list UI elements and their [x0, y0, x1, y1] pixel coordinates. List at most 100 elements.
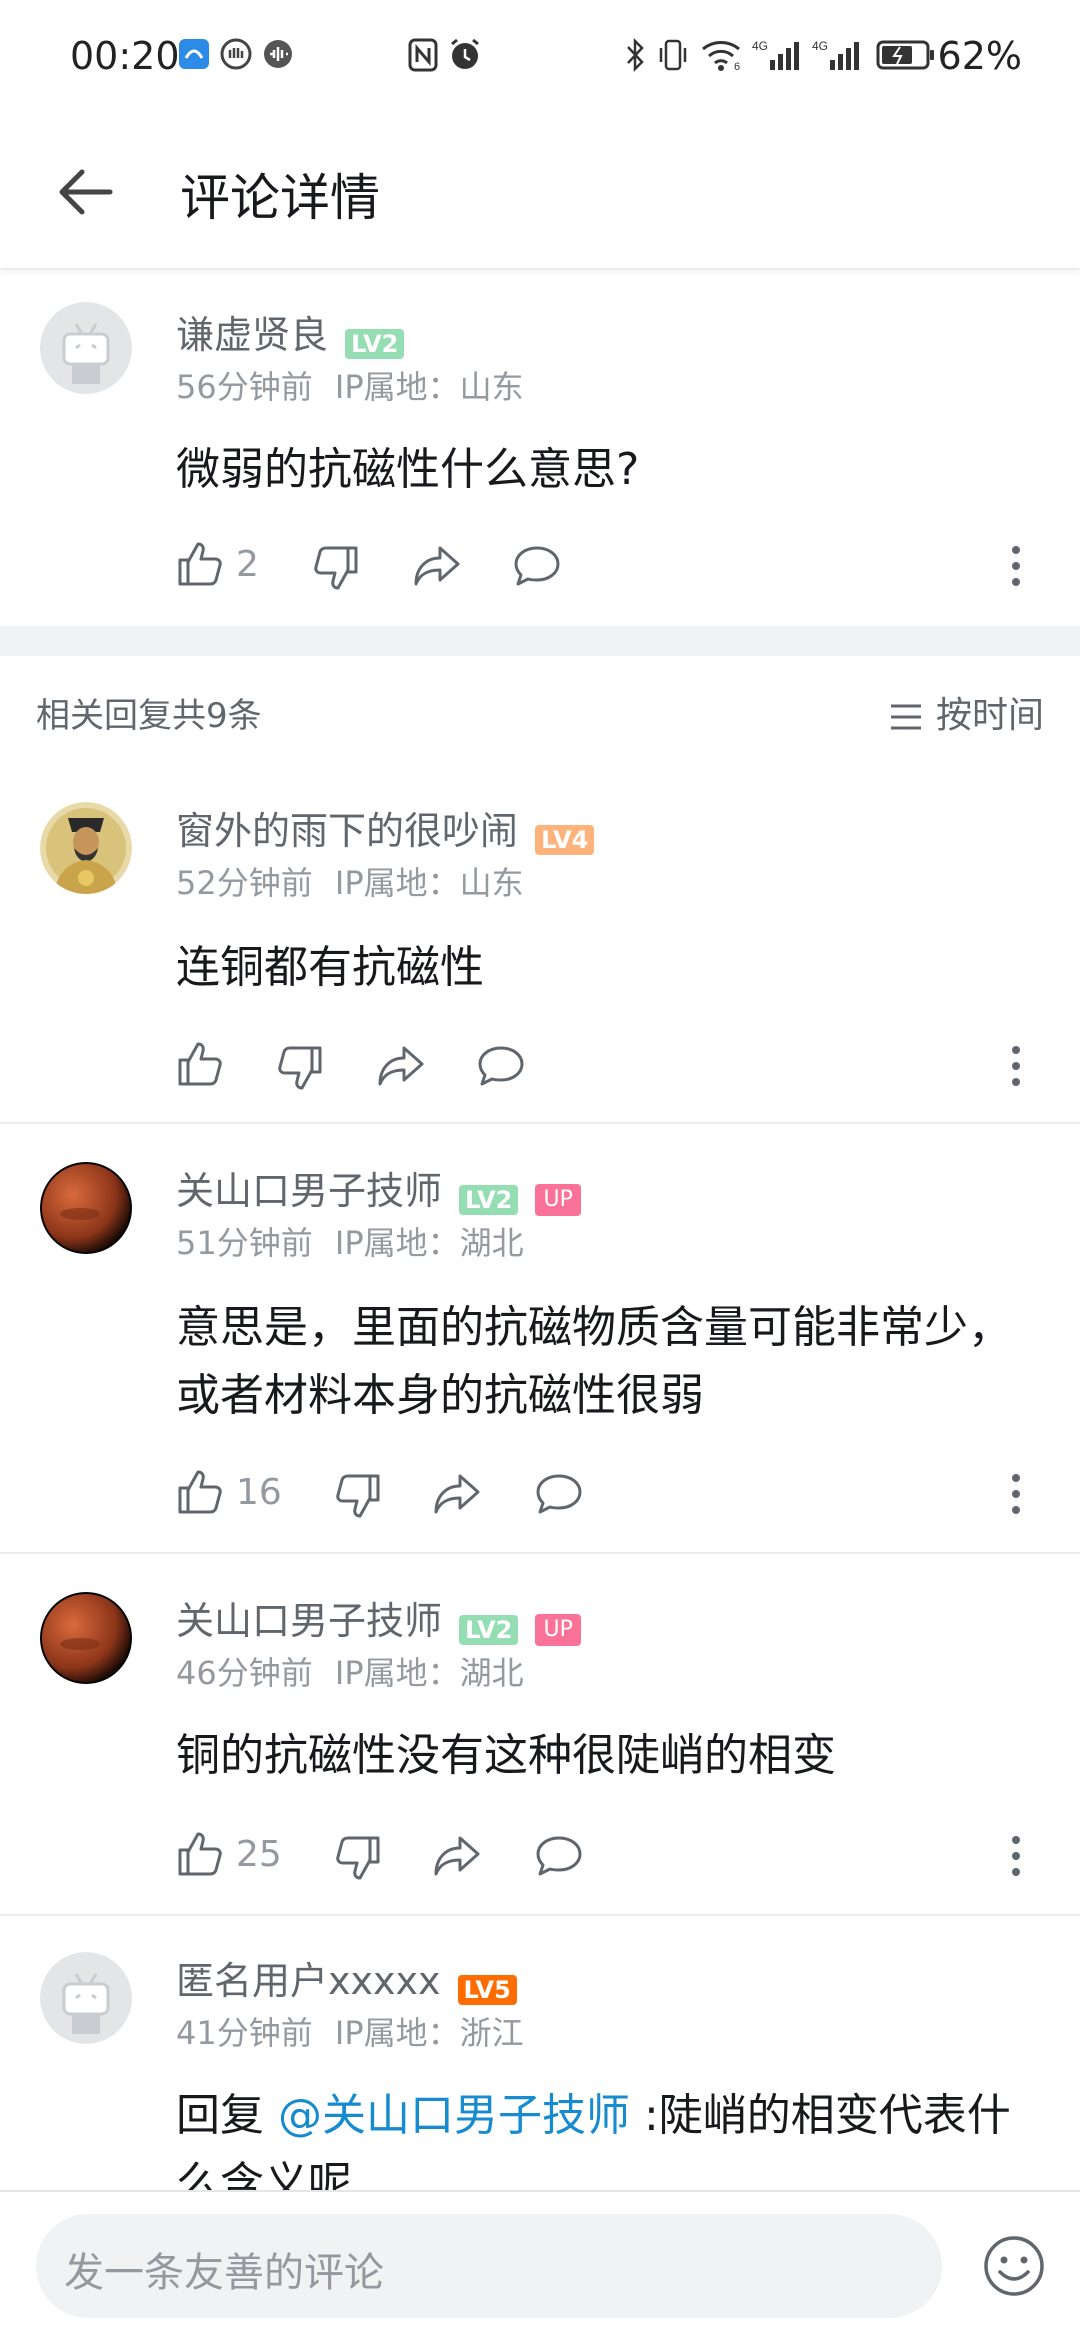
comment-actions: 16 — [176, 1468, 1056, 1520]
portrait-avatar-icon — [40, 802, 132, 894]
comment-meta: 41分钟前 IP属地：浙江 — [176, 2008, 524, 2054]
comment-time: 41分钟前 — [176, 2014, 313, 2052]
avatar[interactable] — [40, 1592, 132, 1688]
dislike-icon[interactable] — [312, 544, 360, 592]
comment-meta: 52分钟前 IP属地：山东 — [176, 858, 524, 904]
back-arrow-icon[interactable] — [56, 162, 116, 222]
reply-count: 相关回复共9条 — [36, 696, 262, 736]
more-options-icon[interactable] — [1010, 1472, 1022, 1516]
level-badge: LV2 — [345, 328, 405, 359]
battery-icon — [876, 40, 934, 70]
username[interactable]: 窗外的雨下的很吵闹 — [176, 809, 518, 853]
avatar[interactable] — [40, 302, 132, 398]
app-header: 评论详情 — [0, 120, 1080, 270]
reply-prefix: 回复 — [176, 2090, 278, 2141]
share-icon[interactable] — [432, 1832, 482, 1880]
ip-location: IP属地：山东 — [334, 864, 524, 902]
mention-link[interactable]: @关山口男子技师 — [278, 2090, 630, 2141]
nfc-icon — [408, 38, 438, 72]
comment-time: 56分钟前 — [176, 368, 313, 406]
sort-toggle[interactable]: 按时间 — [888, 686, 1044, 738]
signal-icon: 4G — [752, 39, 799, 70]
comment-text: 意思是，里面的抗磁物质含量可能非常少， 或者材料本身的抗磁性很弱 — [176, 1294, 1056, 1430]
dislike-icon[interactable] — [334, 1472, 382, 1520]
like-count: 25 — [236, 1834, 282, 1875]
level-badge: LV5 — [457, 1974, 517, 2005]
dislike-icon[interactable] — [334, 1834, 382, 1882]
more-options-icon[interactable] — [1010, 1044, 1022, 1088]
reply-icon[interactable] — [476, 1042, 526, 1090]
reply-icon[interactable] — [512, 542, 562, 590]
section-gap — [0, 626, 1080, 656]
comment-author-row: 关山口男子技师 LV2 UP — [176, 1590, 581, 1646]
emoji-icon[interactable] — [982, 2234, 1046, 2298]
comment-time: 46分钟前 — [176, 1654, 313, 1692]
default-avatar-icon — [40, 1952, 132, 2044]
level-badge: LV2 — [459, 1184, 519, 1215]
ip-location: IP属地：湖北 — [334, 1654, 524, 1692]
sort-lines-icon — [890, 704, 921, 730]
username[interactable]: 关山口男子技师 — [176, 1599, 442, 1643]
like-icon[interactable] — [176, 1468, 224, 1516]
ip-location: IP属地：湖北 — [334, 1224, 524, 1262]
bluetooth-icon — [627, 38, 644, 72]
like-icon[interactable] — [176, 1040, 224, 1088]
like-icon[interactable] — [176, 1830, 224, 1878]
mars-avatar-icon — [40, 1162, 132, 1254]
comment-input[interactable]: 发一条友善的评论 — [36, 2214, 942, 2318]
dislike-icon[interactable] — [276, 1044, 324, 1092]
share-icon[interactable] — [412, 542, 462, 590]
username[interactable]: 谦虚贤良 — [176, 313, 328, 357]
comment-input-placeholder: 发一条友善的评论 — [64, 2250, 384, 2296]
sort-label: 按时间 — [935, 695, 1044, 736]
more-options-icon[interactable] — [1010, 544, 1022, 588]
app-notification-icon — [264, 40, 292, 68]
status-bar: 00:20 6 4G 4G 62% — [0, 0, 1080, 120]
battery-percent: 62% — [937, 34, 1022, 78]
ip-location: IP属地：山东 — [334, 368, 524, 406]
comment-author-row: 窗外的雨下的很吵闹 LV4 — [176, 800, 595, 855]
comment-text-rest: :陡峭的相变代表什 — [630, 2090, 1011, 2141]
divider — [0, 1552, 1080, 1554]
page-title: 评论详情 — [180, 169, 380, 227]
share-icon[interactable] — [432, 1470, 482, 1518]
more-options-icon[interactable] — [1010, 1834, 1022, 1878]
svg-text:4G: 4G — [752, 39, 768, 53]
uploader-badge: UP — [535, 1183, 581, 1216]
uploader-badge: UP — [535, 1613, 581, 1646]
avatar[interactable] — [40, 802, 132, 898]
status-time: 00:20 — [70, 34, 180, 78]
comment-meta: 51分钟前 IP属地：湖北 — [176, 1218, 524, 1264]
comment-text-line: 意思是，里面的抗磁物质含量可能非常少， — [176, 1302, 1012, 1353]
svg-text:4G: 4G — [812, 39, 828, 53]
like-count: 16 — [236, 1472, 282, 1513]
alarm-icon — [451, 38, 479, 69]
comment-composer-bar: 发一条友善的评论 — [0, 2190, 1080, 2342]
avatar[interactable] — [40, 1162, 132, 1258]
level-badge: LV4 — [535, 824, 595, 855]
ip-location: IP属地：浙江 — [334, 2014, 524, 2052]
comment-actions: 2 — [176, 540, 1056, 592]
username[interactable]: 匿名用户xxxxx — [176, 1959, 440, 2003]
comment-text: 铜的抗磁性没有这种很陡峭的相变 — [176, 1730, 836, 1781]
avatar[interactable] — [40, 1952, 132, 2048]
comment-author-row: 谦虚贤良 LV2 — [176, 304, 405, 359]
comment-text-line: 或者材料本身的抗磁性很弱 — [176, 1370, 704, 1421]
comment-actions — [176, 1040, 1056, 1092]
comment-author-row: 关山口男子技师 LV2 UP — [176, 1160, 581, 1216]
comment-text: 微弱的抗磁性什么意思? — [176, 444, 640, 495]
signal-icon: 4G — [812, 39, 859, 70]
divider — [0, 1914, 1080, 1916]
like-icon[interactable] — [176, 540, 224, 588]
reply-icon[interactable] — [534, 1470, 584, 1518]
comment-author-row: 匿名用户xxxxx LV5 — [176, 1950, 517, 2005]
comment-text: 连铜都有抗磁性 — [176, 942, 484, 993]
wifi-icon: 6 — [702, 41, 740, 72]
like-count: 2 — [236, 544, 259, 585]
comment-time: 52分钟前 — [176, 864, 313, 902]
comment-time: 51分钟前 — [176, 1224, 313, 1262]
username[interactable]: 关山口男子技师 — [176, 1169, 442, 1213]
mars-avatar-icon — [40, 1592, 132, 1684]
share-icon[interactable] — [376, 1042, 426, 1090]
reply-icon[interactable] — [534, 1832, 584, 1880]
